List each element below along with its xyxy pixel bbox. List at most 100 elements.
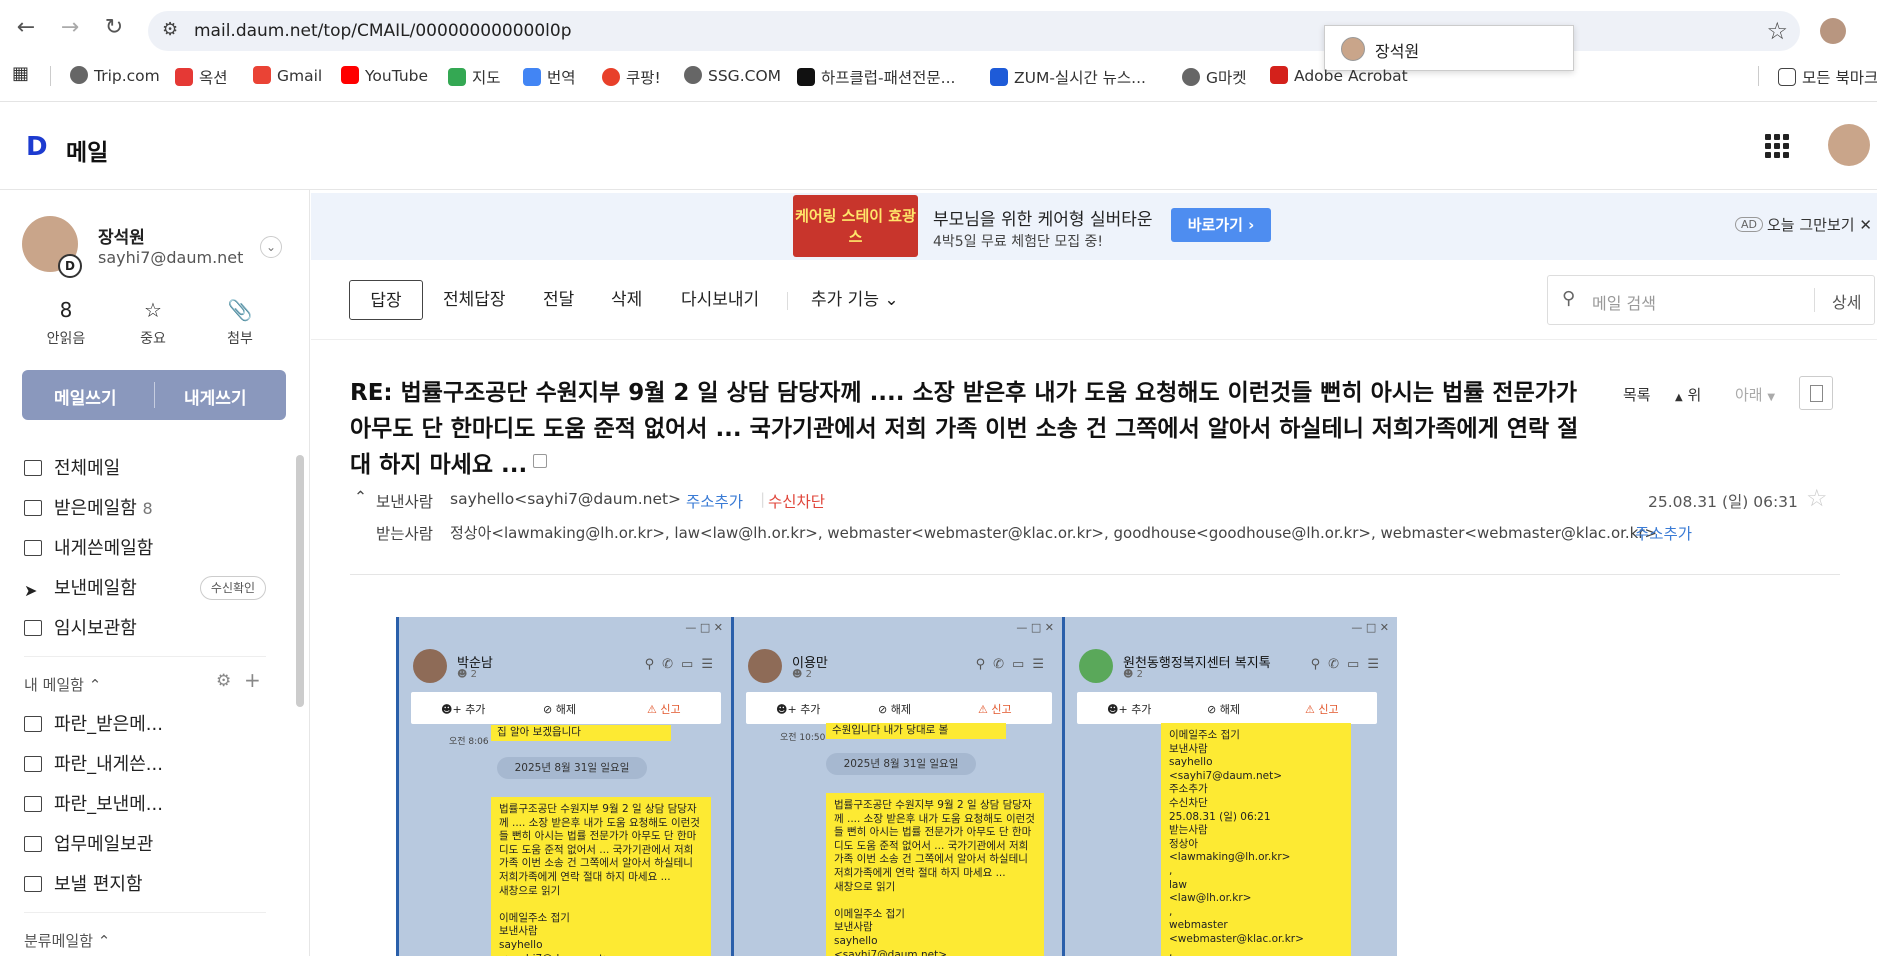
bookmark-youtube[interactable]: YouTube <box>341 66 428 85</box>
divider <box>350 574 1840 575</box>
my-folder-item[interactable]: 파란_받은메... <box>24 710 163 736</box>
more-actions-button[interactable]: 추가 기능 ⌄ <box>811 280 899 320</box>
print-button[interactable] <box>1799 376 1833 410</box>
inbox-icon <box>24 500 42 516</box>
bookmark-halfclub[interactable]: 하프클럽-패션전문... <box>797 66 955 88</box>
bookmark-star-icon[interactable]: ☆ <box>1766 17 1788 45</box>
edit-icon <box>24 540 42 556</box>
list-button[interactable]: 목록 <box>1623 384 1651 405</box>
browser-profile-avatar[interactable] <box>1820 18 1846 44</box>
site-info-icon[interactable]: ⚙ <box>162 19 178 40</box>
compose-button[interactable]: 메일쓰기 <box>54 384 117 409</box>
bookmark-gmail[interactable]: Gmail <box>253 66 322 85</box>
starred-label: 중요 <box>140 331 166 347</box>
ad-go-button[interactable]: 바로가기 › <box>1171 208 1271 242</box>
ad-image[interactable]: 케어링 스테이 효광스 <box>793 195 918 257</box>
coupang-icon <box>602 68 620 86</box>
paperclip-icon: 📎 <box>227 298 253 322</box>
reply-all-button[interactable]: 전체답장 <box>443 280 506 320</box>
bookmark-gmarket[interactable]: G마켓 <box>1182 66 1247 88</box>
folder-inbox[interactable]: 받은메일함 8 <box>24 494 153 520</box>
zum-icon <box>990 68 1008 86</box>
from-label: 보낸사람 <box>376 493 434 511</box>
prev-mail-button[interactable]: ▲ 위 <box>1675 384 1701 405</box>
collapse-icon[interactable]: ⌃ <box>354 488 367 506</box>
reply-button[interactable]: 답장 <box>349 280 423 320</box>
app-title[interactable]: 메일 <box>66 133 108 167</box>
settings-icon[interactable]: ⚙ <box>216 671 231 691</box>
write-to-me-button[interactable]: 내게쓰기 <box>184 384 247 409</box>
apps-grid-icon[interactable] <box>1765 134 1789 158</box>
add-address-link[interactable]: 주소추가 <box>686 490 743 512</box>
folder-to-me[interactable]: 내게쓴메일함 <box>24 534 153 560</box>
bookmark-coupang[interactable]: 쿠팡! <box>602 66 661 88</box>
bookmark-zum[interactable]: ZUM-실시간 뉴스... <box>990 66 1146 88</box>
sidebar-scrollbar[interactable] <box>296 455 304 707</box>
to-add-address-link[interactable]: 주소추가 <box>1635 522 1692 544</box>
sidebar: D 장석원 sayhi7@daum.net ⌄ 8 안읽음 ☆ 중요 📎 첨부 … <box>0 190 310 956</box>
my-folder-item[interactable]: 파란_내게쓴... <box>24 750 163 776</box>
bookmark-all[interactable]: 모든 북마크 <box>1778 66 1877 88</box>
divider <box>24 656 266 657</box>
apps-grid-icon[interactable]: ▦ <box>12 63 29 84</box>
my-folder-item[interactable]: 파란_보낸메... <box>24 790 163 816</box>
from-address[interactable]: sayhello<sayhi7@daum.net> <box>450 490 681 508</box>
next-mail-button[interactable]: 아래 ▼ <box>1735 384 1775 405</box>
add-folder-icon[interactable]: + <box>244 668 261 692</box>
to-addresses[interactable]: 정상아<lawmaking@lh.or.kr>, law<law@lh.or.k… <box>450 522 1657 543</box>
block-sender-link[interactable]: 수신차단 <box>768 490 825 512</box>
daum-logo[interactable]: D <box>26 132 48 162</box>
search-input[interactable]: 메일 검색 <box>1592 290 1656 314</box>
avatar[interactable]: D <box>22 216 82 278</box>
forward-icon[interactable]: → <box>56 14 84 42</box>
auction-icon <box>175 68 193 86</box>
search-detail-button[interactable]: 상세 <box>1832 289 1861 313</box>
bookmark-trip[interactable]: Trip.com <box>70 66 160 85</box>
my-folders-header[interactable]: 내 메일함 ⌃ <box>24 674 101 695</box>
category-folders-header[interactable]: 분류메일함 ⌃ <box>24 930 110 951</box>
unread-stat[interactable]: 8 안읽음 <box>26 298 106 348</box>
attachment-stat[interactable]: 📎 첨부 <box>200 298 280 348</box>
star-icon[interactable]: ☆ <box>1806 484 1828 512</box>
bookmark-translate[interactable]: 번역 <box>523 66 576 88</box>
halfclub-icon <box>797 68 815 86</box>
url-text[interactable]: mail.daum.net/top/CMAIL/000000000000l0p <box>194 21 572 41</box>
folder-sent[interactable]: ➤ 보낸메일함 <box>24 574 137 600</box>
avatar <box>1079 649 1113 683</box>
my-folder-item[interactable]: 보낼 편지함 <box>24 870 143 896</box>
read-receipt-badge[interactable]: 수신확인 <box>200 576 266 600</box>
account-avatar[interactable] <box>1828 124 1870 166</box>
back-icon[interactable]: ← <box>12 14 40 42</box>
unread-count: 8 <box>59 298 73 322</box>
chat-prev-bubble: 집 알아 보겠읍니다 <box>491 725 671 741</box>
folder-drafts[interactable]: 임시보관함 <box>24 614 137 640</box>
bookmark-ssg[interactable]: SSG.COM <box>684 66 781 85</box>
copy-icon[interactable] <box>533 454 548 468</box>
bookmark-auction[interactable]: 옥션 <box>175 66 228 88</box>
chat-action-bar: ☻+ 추가 ⊘ 해제 ⚠ 신고 <box>1077 692 1377 724</box>
print-icon <box>1810 385 1823 402</box>
folder-all[interactable]: 전체메일 <box>24 454 120 480</box>
bookmark-acrobat[interactable]: Adobe Acrobat <box>1270 66 1408 85</box>
chat-member-count: ☻ 2 <box>1123 669 1143 680</box>
ad-banner[interactable]: 케어링 스테이 효광스 부모님을 위한 케어형 실버타운 4박5일 무료 체험단… <box>311 193 1877 260</box>
chat-panel: — □ ✕ 이용만 ☻ 2 ⚲✆▭☰ ☻+ 추가 ⊘ 해제 ⚠ 신고 수원입니다… <box>734 617 1065 956</box>
chat-action-bar: ☻+ 추가 ⊘ 해제 ⚠ 신고 <box>746 692 1052 724</box>
ad-tag: AD <box>1735 217 1763 232</box>
window-controls: — □ ✕ <box>685 621 723 634</box>
mail-search[interactable]: ⚲ 메일 검색 상세 <box>1547 275 1875 325</box>
delete-button[interactable]: 삭제 <box>611 280 642 320</box>
reload-icon[interactable]: ↻ <box>100 14 128 42</box>
divider <box>154 382 155 408</box>
starred-stat[interactable]: ☆ 중요 <box>113 298 193 348</box>
ad-title[interactable]: 부모님을 위한 케어형 실버타운 <box>933 205 1153 230</box>
ad-dismiss-today[interactable]: 오늘 그만보기 ✕ <box>1767 214 1872 235</box>
ad-subtitle[interactable]: 4박5일 무료 체험단 모집 중! <box>933 231 1103 251</box>
my-folder-item[interactable]: 업무메일보관 <box>24 830 153 856</box>
chevron-down-icon[interactable]: ⌄ <box>260 236 282 258</box>
chevron-down-icon: ⌄ <box>884 290 899 310</box>
bookmark-maps[interactable]: 지도 <box>448 66 501 88</box>
forward-button[interactable]: 전달 <box>543 280 574 320</box>
resend-button[interactable]: 다시보내기 <box>681 280 759 320</box>
gmail-icon <box>253 66 271 84</box>
